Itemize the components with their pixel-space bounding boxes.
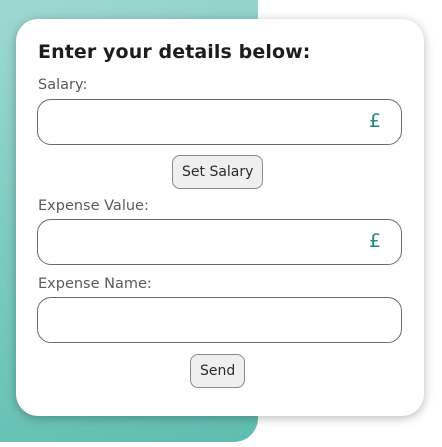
expense-name-field[interactable] (37, 297, 402, 343)
expense-value-label: Expense Value: (38, 198, 149, 214)
details-form-card: Enter your details below: Salary: £ Set … (16, 19, 424, 416)
send-button[interactable]: Send (190, 354, 246, 388)
set-salary-button[interactable]: Set Salary (172, 155, 264, 189)
expense-name-input[interactable] (52, 298, 352, 342)
form-title: Enter your details below: (38, 41, 311, 63)
expense-name-label: Expense Name: (38, 276, 152, 292)
expense-value-input[interactable] (52, 220, 352, 264)
pound-sign-icon: £ (368, 229, 381, 252)
salary-label: Salary: (38, 77, 88, 93)
pound-sign-icon: £ (368, 109, 381, 132)
expense-value-field[interactable]: £ (37, 219, 402, 265)
salary-field[interactable]: £ (37, 99, 402, 145)
salary-input[interactable] (52, 100, 352, 144)
